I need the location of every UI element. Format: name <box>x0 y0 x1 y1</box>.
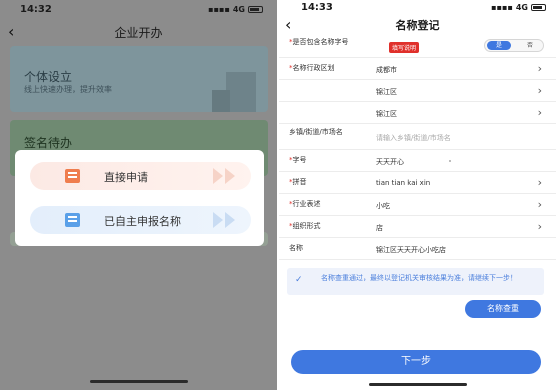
declared-name-option[interactable]: 已自主申报名称 <box>30 206 251 234</box>
next-step-button[interactable]: 下一步 <box>291 350 541 374</box>
service-card-individual[interactable]: 个体设立 线上快速办理，提升效率 <box>10 46 268 112</box>
field-label: *组织形式 <box>289 222 321 230</box>
status-icons: ▪▪▪▪ 4G <box>208 5 263 14</box>
form-row-trade-name[interactable]: *字号 天天开心 <box>279 150 556 172</box>
option-label: 直接申请 <box>104 171 148 184</box>
check-result-notice: ✓ 名称查重通过，最终以登记机关审核结果为准，请继续下一步！ <box>287 268 544 295</box>
toggle-no[interactable]: 否 <box>527 41 533 50</box>
battery-icon <box>531 3 546 11</box>
card-title: 签名待办 <box>24 136 73 150</box>
pinyin-value: tian tian kai xin <box>376 179 431 187</box>
document-icon <box>65 169 80 183</box>
chevron-right-icon: › <box>537 198 542 211</box>
form-row-region-city[interactable]: *名称行政区划 成都市 › <box>279 58 556 80</box>
district-value: 锦江区 <box>376 110 397 118</box>
home-indicator <box>369 383 467 386</box>
field-label: *是否包含名称字号 <box>289 38 349 46</box>
status-bar: 14:33 ▪▪▪▪ 4G <box>279 0 556 14</box>
status-icons: ▪▪▪▪ 4G <box>491 3 546 12</box>
card-subtitle: 线上快速办理，提升效率 <box>24 85 112 94</box>
form-icon <box>65 213 80 227</box>
chevron-right-icon: › <box>537 62 542 75</box>
chevron-right-icon: › <box>537 220 542 233</box>
field-label: 名称 <box>289 244 303 252</box>
form-row-include-name: *是否包含名称字号 填写说明 是 否 <box>279 36 556 58</box>
fill-guide-link[interactable]: 填写说明 <box>389 42 420 53</box>
full-name-value: 锦江区天天开心小吃店 <box>376 246 446 254</box>
form-row-pinyin[interactable]: *拼音 tian tian kai xin › <box>279 172 556 194</box>
toggle-yes[interactable]: 是 <box>487 41 511 50</box>
district-value: 锦江区 <box>376 88 397 96</box>
status-time: 14:32 <box>20 3 52 15</box>
back-icon[interactable]: ‹ <box>285 17 291 33</box>
nav-bar: ‹ 企业开办 <box>0 18 277 46</box>
street-input[interactable]: 请输入乡镇/街道/市场名 <box>376 133 451 143</box>
cursor-dot <box>449 160 451 162</box>
city-value: 成都市 <box>376 66 397 74</box>
trade-name-input[interactable]: 天天开心 <box>376 157 404 167</box>
option-label: 已自主申报名称 <box>104 215 181 228</box>
chevron-right-icon <box>225 168 235 184</box>
screenshot-pair: 14:32 ▪▪▪▪ 4G ‹ 企业开办 个体设立 线上快速办理，提升效率 签名… <box>0 0 556 390</box>
field-label: *行业表述 <box>289 200 321 208</box>
field-label: 乡镇/街道/市场名 <box>289 128 343 136</box>
right-phone-screen: 14:33 ▪▪▪▪ 4G ‹ 名称登记 *是否包含名称字号 填写说明 是 否 … <box>279 0 556 390</box>
chevron-right-icon: › <box>537 176 542 189</box>
chevron-right-icon: › <box>537 106 542 119</box>
form-row-region-district[interactable]: 锦江区 › <box>279 80 556 102</box>
field-label: *拼音 <box>289 178 307 186</box>
field-label: *名称行政区划 <box>289 64 335 72</box>
network-label: 4G <box>515 2 528 12</box>
nav-bar: ‹ 名称登记 <box>279 14 556 36</box>
notice-text: 名称查重通过，最终以登记机关审核结果为准，请继续下一步！ <box>321 274 517 282</box>
battery-icon <box>248 5 263 13</box>
status-time: 14:33 <box>301 1 333 13</box>
apply-mode-dialog: 直接申请 已自主申报名称 <box>15 150 264 246</box>
building-icon <box>210 66 256 112</box>
page-title: 企业开办 <box>114 25 163 40</box>
signal-icon: ▪▪▪▪ <box>208 4 230 14</box>
org-form-value: 店 <box>376 224 383 232</box>
page-title: 名称登记 <box>395 19 440 32</box>
left-phone-screen: 14:32 ▪▪▪▪ 4G ‹ 企业开办 个体设立 线上快速办理，提升效率 签名… <box>0 0 277 390</box>
direct-apply-option[interactable]: 直接申请 <box>30 162 251 190</box>
name-check-button[interactable]: 名称查重 <box>465 300 541 318</box>
industry-value: 小吃 <box>376 202 390 210</box>
chevron-right-icon <box>213 212 223 228</box>
check-icon: ✓ <box>295 275 303 285</box>
form-row-org-form[interactable]: *组织形式 店 › <box>279 216 556 238</box>
form-row-street[interactable]: 乡镇/街道/市场名 请输入乡镇/街道/市场名 <box>279 124 556 150</box>
form-row-full-name: 名称 锦江区天天开心小吃店 <box>279 238 556 260</box>
chevron-right-icon <box>213 168 223 184</box>
chevron-right-icon: › <box>537 84 542 97</box>
network-label: 4G <box>232 4 245 14</box>
form-row-region-district-2[interactable]: 锦江区 › <box>279 102 556 124</box>
field-label: *字号 <box>289 156 307 164</box>
form-row-industry[interactable]: *行业表述 小吃 › <box>279 194 556 216</box>
home-indicator <box>90 380 188 383</box>
chevron-right-icon <box>225 212 235 228</box>
yes-no-toggle[interactable]: 是 否 <box>484 39 544 52</box>
card-title: 个体设立 <box>24 70 73 84</box>
back-icon[interactable]: ‹ <box>8 24 14 40</box>
signal-icon: ▪▪▪▪ <box>491 2 513 12</box>
status-bar: 14:32 ▪▪▪▪ 4G <box>0 0 277 18</box>
